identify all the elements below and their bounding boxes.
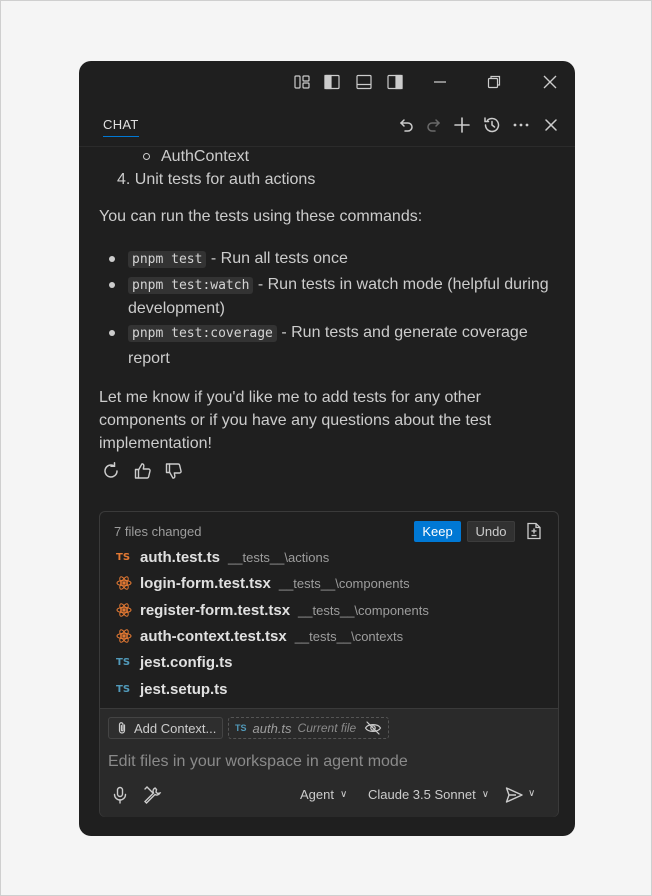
command-description-cont: development) xyxy=(128,300,225,317)
toggle-panel-icon[interactable] xyxy=(354,72,374,92)
typescript-file-icon: TS xyxy=(116,656,131,668)
react-file-icon xyxy=(116,576,132,590)
new-chat-icon[interactable] xyxy=(451,114,473,136)
file-name: register-form.test.tsx xyxy=(140,601,291,619)
react-file-icon xyxy=(116,629,132,643)
closing-line: Let me know if you'd like me to add test… xyxy=(99,389,481,406)
sub-bullet xyxy=(143,153,150,160)
command-description: - Run tests in watch mode (helpful durin… xyxy=(253,276,549,293)
files-changed-count: 7 files changed xyxy=(114,524,202,539)
current-file-chip[interactable]: TS auth.ts Current file xyxy=(228,717,390,739)
changed-files-panel: 7 files changed Keep Undo TS auth.test.t… xyxy=(99,511,559,817)
eye-off-icon[interactable] xyxy=(364,721,382,735)
current-file-tag: Current file xyxy=(297,721,357,735)
chat-input-area: Add Context... TS auth.ts Current file E… xyxy=(100,708,558,817)
typescript-file-icon: TS xyxy=(235,723,247,733)
send-options-dropdown[interactable]: ∨ xyxy=(528,788,535,799)
model-label: Claude 3.5 Sonnet xyxy=(368,787,476,802)
list-item: 4. Unit tests for auth actions xyxy=(117,171,316,188)
file-path: __tests__\components xyxy=(298,602,429,618)
tab-chat[interactable]: CHAT xyxy=(103,117,139,137)
chevron-down-icon: ∨ xyxy=(481,789,490,800)
toggle-secondary-sidebar-icon[interactable] xyxy=(385,72,405,92)
changed-file-row[interactable]: TS jest.setup.ts xyxy=(116,678,236,700)
command-item: pnpm test:coverage - Run tests and gener… xyxy=(128,321,528,346)
changed-file-row[interactable]: auth-context.test.tsx __tests__\contexts xyxy=(116,625,403,647)
close-chat-icon[interactable] xyxy=(540,114,562,136)
changed-file-row[interactable]: login-form.test.tsx __tests__\components xyxy=(116,572,410,594)
mode-label: Agent xyxy=(300,787,334,802)
mode-dropdown[interactable]: Agent ∨ xyxy=(300,787,347,802)
file-name: auth.test.ts xyxy=(140,548,221,566)
inline-code: pnpm test:watch xyxy=(128,277,254,294)
chevron-down-icon: ∨ xyxy=(528,788,536,799)
add-context-label: Add Context... xyxy=(134,720,217,736)
microphone-icon[interactable] xyxy=(110,785,130,805)
command-description-cont: report xyxy=(128,350,170,367)
command-description: - Run tests and generate coverage xyxy=(276,324,528,341)
chat-header: CHAT xyxy=(79,103,575,147)
thumbs-up-icon[interactable] xyxy=(133,461,155,483)
close-window-icon[interactable] xyxy=(540,72,560,92)
tools-icon[interactable] xyxy=(142,785,162,805)
keep-button[interactable]: Keep xyxy=(414,521,461,542)
more-actions-icon[interactable] xyxy=(510,114,532,136)
changed-file-row[interactable]: TS jest.config.ts xyxy=(116,651,241,673)
paperclip-icon xyxy=(118,722,126,734)
command-item: pnpm test:watch - Run tests in watch mod… xyxy=(128,273,549,298)
file-name: jest.setup.ts xyxy=(140,680,228,698)
chevron-down-icon: ∨ xyxy=(339,789,348,800)
changed-file-row[interactable]: register-form.test.tsx __tests__\compone… xyxy=(116,599,429,621)
retry-icon[interactable] xyxy=(101,461,123,483)
inline-code: pnpm test:coverage xyxy=(128,325,277,342)
model-dropdown[interactable]: Claude 3.5 Sonnet ∨ xyxy=(368,787,489,802)
changed-file-row[interactable]: TS auth.test.ts __tests__\actions xyxy=(116,546,329,568)
redo-request-icon[interactable] xyxy=(423,114,445,136)
typescript-file-icon: TS xyxy=(116,551,131,563)
file-path: __tests__\actions xyxy=(228,549,330,565)
current-file-name: auth.ts xyxy=(252,720,292,736)
typescript-file-icon: TS xyxy=(116,683,131,695)
command-description: - Run all tests once xyxy=(206,250,348,267)
file-path: __tests__\contexts xyxy=(294,628,404,644)
toggle-primary-sidebar-icon[interactable] xyxy=(322,72,342,92)
commands-intro: You can run the tests using these comman… xyxy=(99,208,423,225)
bullet xyxy=(109,282,115,288)
send-icon[interactable] xyxy=(504,785,524,805)
history-icon[interactable] xyxy=(481,114,503,136)
closing-line: components or if you have any questions … xyxy=(99,412,492,429)
sub-list-item: AuthContext xyxy=(161,148,250,165)
thumbs-down-icon[interactable] xyxy=(164,461,186,483)
command-item: pnpm test - Run all tests once xyxy=(128,247,348,272)
customize-layout-icon[interactable] xyxy=(292,72,312,92)
inline-code: pnpm test xyxy=(128,251,207,268)
bullet xyxy=(109,330,115,336)
chat-input[interactable]: Edit files in your workspace in agent mo… xyxy=(108,753,408,771)
restore-icon[interactable] xyxy=(484,72,504,92)
view-diff-icon[interactable] xyxy=(524,521,544,541)
closing-line: implementation! xyxy=(99,435,212,452)
title-bar xyxy=(79,61,575,103)
file-name: auth-context.test.tsx xyxy=(140,627,287,645)
react-file-icon xyxy=(116,603,132,617)
chat-window: CHAT AuthContext 4. Unit tests for auth … xyxy=(79,61,575,836)
undo-request-icon[interactable] xyxy=(395,114,417,136)
file-name: jest.config.ts xyxy=(140,653,233,671)
minimize-icon[interactable] xyxy=(430,72,450,92)
file-path: __tests__\components xyxy=(278,575,410,591)
file-name: login-form.test.tsx xyxy=(140,574,271,592)
bullet xyxy=(109,256,115,262)
undo-button[interactable]: Undo xyxy=(467,521,515,542)
add-context-button[interactable]: Add Context... xyxy=(108,717,224,739)
